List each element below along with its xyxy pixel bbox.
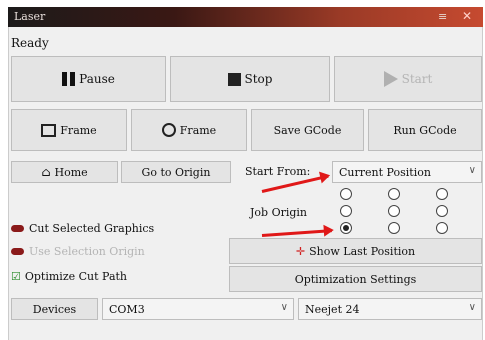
origin-radio-middle-center[interactable] xyxy=(388,205,400,217)
play-icon xyxy=(383,71,398,87)
start-button[interactable]: Start xyxy=(334,56,482,102)
origin-radio-bottom-left[interactable] xyxy=(340,222,352,234)
chevron-down-icon: ∨ xyxy=(280,302,288,313)
devices-label: Devices xyxy=(32,302,77,316)
show-last-position-button[interactable]: ✛ Show Last Position xyxy=(229,238,482,264)
pause-icon xyxy=(62,72,76,86)
pause-label: Pause xyxy=(79,72,115,86)
window-title: Laser xyxy=(14,10,46,23)
use-selection-origin-option[interactable]: Use Selection Origin xyxy=(11,245,145,258)
origin-radio-top-right[interactable] xyxy=(436,188,448,200)
origin-radio-bottom-right[interactable] xyxy=(436,222,448,234)
checkbox-checked-icon: ☑ xyxy=(11,270,21,283)
home-button[interactable]: ⌂ Home xyxy=(11,161,118,183)
start-from-dropdown[interactable]: Current Position ∨ xyxy=(332,161,482,183)
toggle-on-icon xyxy=(11,248,24,255)
frame-button[interactable]: Frame xyxy=(11,109,127,151)
run-gcode-button[interactable]: Run GCode xyxy=(368,109,482,151)
start-from-label: Start From: xyxy=(245,165,311,178)
port-value: COM3 xyxy=(109,302,145,316)
job-origin-label: Job Origin xyxy=(250,206,308,219)
status-text: Ready xyxy=(11,36,49,50)
save-gcode-button[interactable]: Save GCode xyxy=(251,109,364,151)
home-icon: ⌂ xyxy=(41,165,51,179)
menu-icon[interactable]: ≡ xyxy=(438,10,447,23)
frame-label: Frame xyxy=(60,123,97,137)
stop-label: Stop xyxy=(244,72,273,86)
start-label: Start xyxy=(401,72,433,86)
stop-icon xyxy=(227,72,241,86)
rectangle-frame-icon xyxy=(41,123,57,137)
optimization-settings-button[interactable]: Optimization Settings xyxy=(229,266,482,292)
machine-dropdown[interactable]: Neejet 24 ∨ xyxy=(298,298,482,320)
optimize-cut-path-label: Optimize Cut Path xyxy=(24,270,128,283)
port-dropdown[interactable]: COM3 ∨ xyxy=(102,298,294,320)
devices-button[interactable]: Devices xyxy=(11,298,98,320)
circle-frame-icon xyxy=(161,123,176,137)
machine-value: Neejet 24 xyxy=(305,302,360,316)
go-to-origin-label: Go to Origin xyxy=(141,165,211,179)
run-gcode-label: Run GCode xyxy=(393,123,457,137)
optimization-settings-label: Optimization Settings xyxy=(294,272,417,286)
close-icon[interactable]: ✕ xyxy=(462,9,472,23)
title-bar: Laser ≡ ✕ xyxy=(8,7,483,27)
chevron-down-icon: ∨ xyxy=(468,302,476,313)
save-gcode-label: Save GCode xyxy=(273,123,342,137)
origin-radio-middle-left[interactable] xyxy=(340,205,352,217)
origin-radio-top-left[interactable] xyxy=(340,188,352,200)
frame-circle-button[interactable]: Frame xyxy=(131,109,247,151)
cut-selected-label: Cut Selected Graphics xyxy=(29,222,155,235)
origin-radio-middle-right[interactable] xyxy=(436,205,448,217)
pause-button[interactable]: Pause xyxy=(11,56,166,102)
optimize-cut-path-option[interactable]: ☑ Optimize Cut Path xyxy=(11,270,127,283)
frame-circle-label: Frame xyxy=(179,123,217,137)
go-to-origin-button[interactable]: Go to Origin xyxy=(121,161,231,183)
start-from-value: Current Position xyxy=(339,165,431,179)
origin-radio-top-center[interactable] xyxy=(388,188,400,200)
toggle-on-icon xyxy=(11,225,24,232)
chevron-down-icon: ∨ xyxy=(468,165,476,176)
origin-radio-bottom-center[interactable] xyxy=(388,222,400,234)
cut-selected-option[interactable]: Cut Selected Graphics xyxy=(11,222,154,235)
home-label: Home xyxy=(54,165,88,179)
use-selection-origin-label: Use Selection Origin xyxy=(29,245,145,258)
show-last-position-label: Show Last Position xyxy=(309,244,416,258)
crosshair-icon: ✛ xyxy=(295,244,306,258)
stop-button[interactable]: Stop xyxy=(170,56,330,102)
